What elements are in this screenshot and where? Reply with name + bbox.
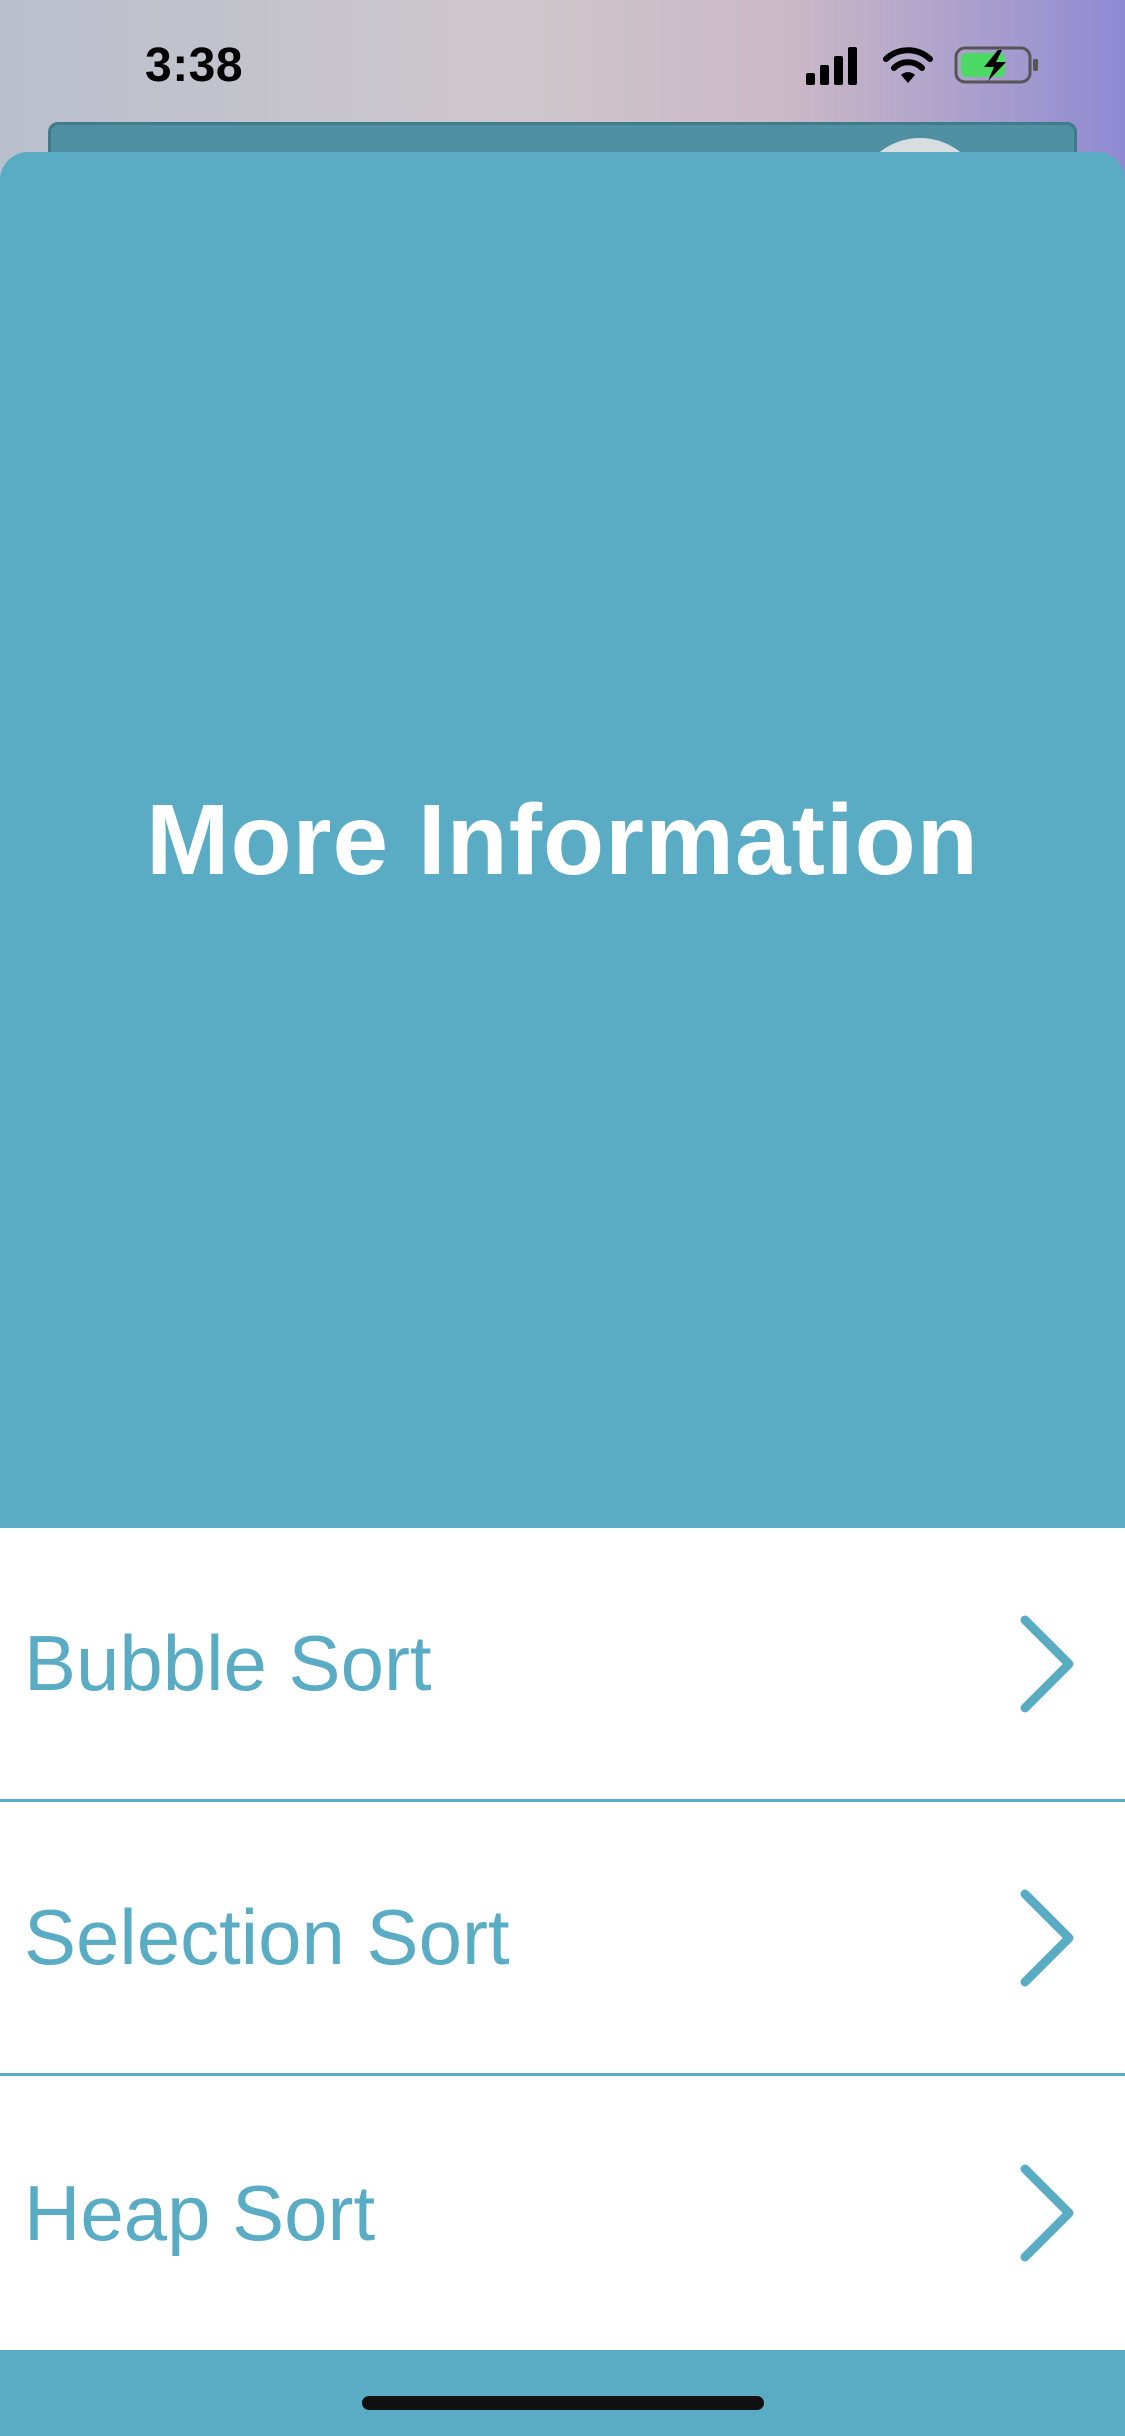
chevron-right-icon	[1020, 1889, 1074, 1986]
wifi-icon	[883, 47, 933, 83]
more-information-sheet: More Information Bubble Sort Selection S…	[0, 152, 1125, 2436]
list-item-bubble-sort[interactable]: Bubble Sort	[0, 1528, 1125, 1802]
list-item-label: Selection Sort	[24, 1893, 510, 1981]
list-item-selection-sort[interactable]: Selection Sort	[0, 1802, 1125, 2076]
chevron-right-icon	[1020, 1615, 1074, 1712]
list-item-label: Heap Sort	[24, 2168, 376, 2257]
cellular-signal-icon	[806, 47, 857, 85]
sort-list: Bubble Sort Selection Sort Heap Sort	[0, 1528, 1125, 2350]
battery-charging-icon	[954, 46, 1038, 84]
status-time: 3:38	[145, 39, 244, 92]
list-item-label: Bubble Sort	[24, 1619, 432, 1707]
sheet-header: More Information	[0, 152, 1125, 1528]
status-bar: 3:38	[0, 0, 1125, 130]
list-item-heap-sort[interactable]: Heap Sort	[0, 2076, 1125, 2350]
page-title: More Information	[146, 783, 979, 896]
chevron-right-icon	[1020, 2164, 1074, 2262]
status-icons	[804, 44, 1040, 86]
home-indicator[interactable]	[362, 2396, 764, 2410]
